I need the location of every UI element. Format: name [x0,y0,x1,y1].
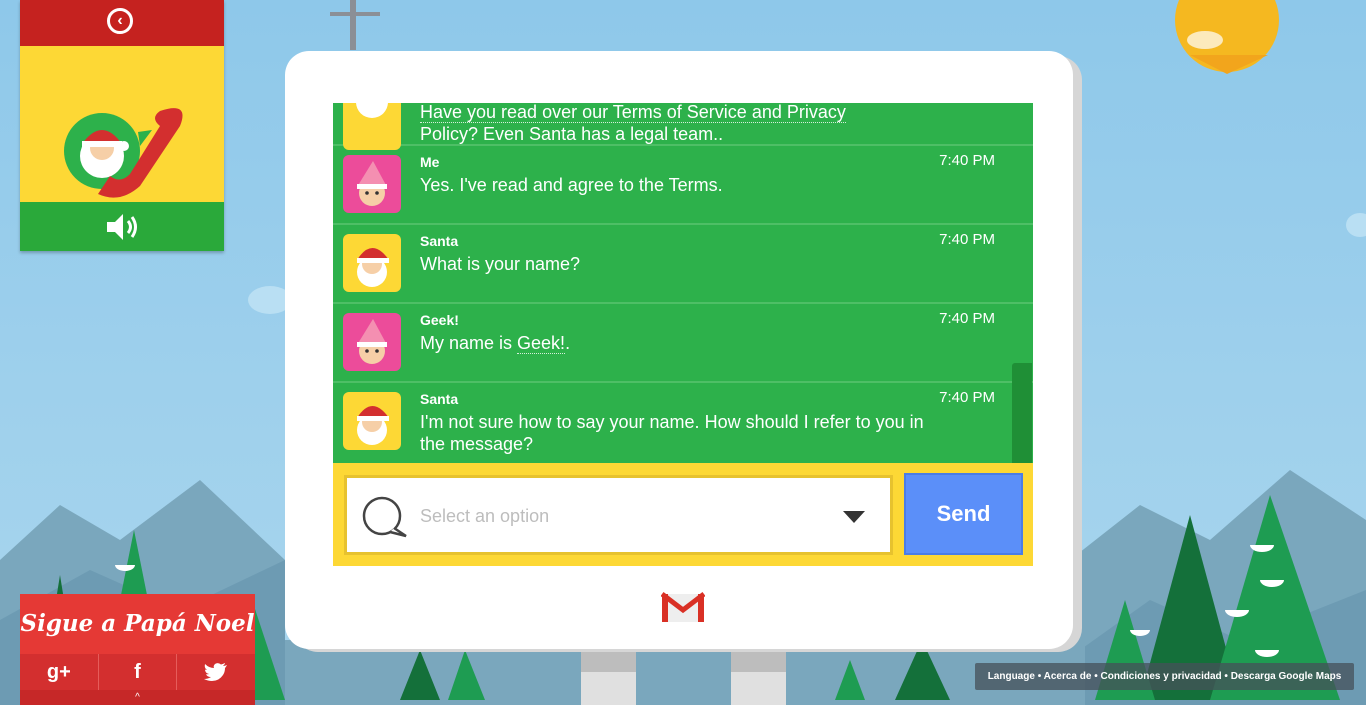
call-panel: ‹ [20,0,224,251]
message-text: Yes. I've read and agree to the Terms. [420,175,723,195]
sound-toggle[interactable] [20,202,224,251]
message-text: I'm not sure how to say your name. How s… [420,412,924,454]
chat-scrollbar[interactable] [1012,363,1032,463]
chat-message: Geek! 7:40 PM My name is Geek!. [333,303,1033,383]
social-buttons: g+ f [20,654,255,690]
santa-avatar [343,392,401,450]
santa-phone-icon [64,108,183,198]
send-button[interactable]: Send [904,473,1023,555]
facebook-icon: f [134,661,141,683]
santa-phone-illustration [20,46,224,202]
message-text-name: Geek! [517,333,566,354]
message-sender: Santa [420,233,459,249]
message-text-suffix: . [565,333,571,353]
call-panel-header: ‹ [20,0,224,46]
caret-down-icon [843,511,865,523]
google-plus-button[interactable]: g+ [20,654,99,690]
message-time: 7:40 PM [939,389,995,406]
gmail-icon [660,592,706,629]
message-sender: Me [420,154,440,170]
footer-link-about[interactable]: Acerca de [1044,671,1092,682]
message-text: What is your name? [420,254,581,274]
santa-avatar [343,103,401,150]
social-panel: Sigue a Papá Noel g+ f ^ [20,594,255,705]
chat-log[interactable]: Have you read over our Terms of Service … [333,103,1033,463]
sun-icon [1175,0,1279,74]
footer-link-language[interactable]: Language [988,671,1035,682]
social-title: Sigue a Papá Noel [20,594,255,654]
chat-message: Santa 7:40 PM I'm not sure how to say yo… [333,382,1033,463]
speaker-icon [107,214,137,240]
google-plus-icon: g+ [46,661,71,683]
message-text-line1: Have you read over our Terms of Service … [420,103,846,123]
chat-message: Santa 7:40 PM What is your name? [333,224,1033,304]
message-time: 7:40 PM [939,152,995,169]
message-text-prefix: My name is [420,333,518,353]
message-text-line2: Policy? Even Santa has a legal team.. [420,124,724,144]
chevron-left-icon: ‹ [117,12,123,29]
speech-bubble-icon [362,496,407,538]
select-placeholder: Select an option [420,506,550,526]
footer-separator: • [1221,671,1231,682]
social-expand[interactable]: ^ [20,690,255,705]
message-text: Have you read over our Terms of Service … [420,103,940,145]
chevron-up-icon: ^ [135,692,140,703]
footer-link-download-maps[interactable]: Descarga Google Maps [1231,671,1342,682]
message-time: 7:40 PM [939,231,995,248]
message-sender: Geek! [420,312,459,328]
message-time: 7:40 PM [939,310,995,327]
message-text: My name is Geek!. [420,332,940,354]
twitter-icon [204,663,228,681]
chat-message: Me 7:40 PM Yes. I've read and agree to t… [333,145,1033,225]
elf-avatar [343,313,401,371]
chat-message: Have you read over our Terms of Service … [333,103,1033,150]
elf-avatar [343,155,401,213]
twitter-button[interactable] [177,654,255,690]
footer-separator: • [1034,671,1044,682]
message-sender: Santa [420,391,459,407]
santa-avatar [343,234,401,292]
footer-link-terms[interactable]: Condiciones y privacidad [1100,671,1221,682]
option-select[interactable]: Select an option [344,475,893,555]
footer-links: Language • Acerca de • Condiciones y pri… [975,663,1354,690]
back-button[interactable]: ‹ [107,8,133,34]
facebook-button[interactable]: f [99,654,178,690]
